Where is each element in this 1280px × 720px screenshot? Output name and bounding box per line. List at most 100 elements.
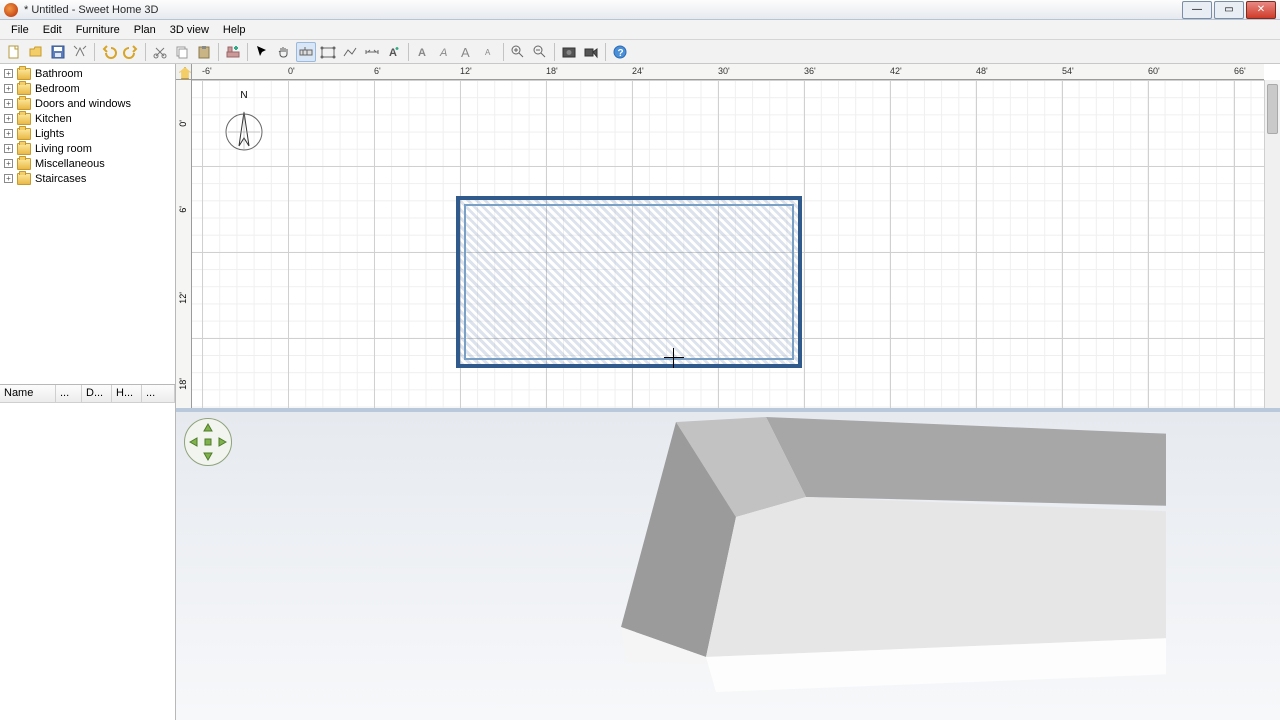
decrease-text-button[interactable]: A: [479, 42, 499, 62]
catalog-category[interactable]: +Bedroom: [2, 81, 173, 96]
ruler-tick: 30': [718, 66, 730, 76]
catalog-category[interactable]: + Doors and windows: [2, 96, 173, 111]
plan-canvas[interactable]: N: [192, 80, 1264, 408]
col-more[interactable]: ...: [142, 385, 175, 402]
window-controls: — ▭ ✕: [1180, 1, 1276, 19]
catalog-label: Miscellaneous: [35, 158, 105, 170]
new-button[interactable]: [4, 42, 24, 62]
separator: [408, 43, 409, 61]
expand-icon[interactable]: +: [4, 84, 13, 93]
col-width[interactable]: ...: [56, 385, 82, 402]
scrollbar-thumb[interactable]: [1267, 84, 1278, 134]
expand-icon[interactable]: +: [4, 69, 13, 78]
create-rooms-tool[interactable]: [318, 42, 338, 62]
select-tool[interactable]: [252, 42, 272, 62]
menu-plan[interactable]: Plan: [127, 20, 163, 39]
svg-text:?: ?: [618, 48, 624, 59]
cut-button[interactable]: [150, 42, 170, 62]
menu-edit[interactable]: Edit: [36, 20, 69, 39]
save-button[interactable]: [48, 42, 68, 62]
horizontal-ruler[interactable]: -6'0'6'12'18'24'30'36'42'48'54'60'66': [192, 64, 1264, 80]
folder-icon: [17, 113, 31, 125]
ruler-tick: 0': [288, 66, 295, 76]
ruler-tick: 24': [632, 66, 644, 76]
close-button[interactable]: ✕: [1246, 1, 1276, 19]
folder-icon: [17, 173, 31, 185]
zoom-in-button[interactable]: [508, 42, 528, 62]
furniture-catalog[interactable]: +Bathroom +Bedroom + Doors and windows + K…: [0, 64, 175, 384]
nav-3d-widget[interactable]: [184, 418, 232, 466]
col-depth[interactable]: D...: [82, 385, 112, 402]
catalog-category[interactable]: + Lights: [2, 126, 173, 141]
separator: [218, 43, 219, 61]
pan-tool[interactable]: [274, 42, 294, 62]
furniture-list-header: Name ... D... H... ...: [0, 385, 175, 403]
plan-view[interactable]: -6'0'6'12'18'24'30'36'42'48'54'60'66' 0'…: [176, 64, 1280, 412]
right-panel: -6'0'6'12'18'24'30'36'42'48'54'60'66' 0'…: [176, 64, 1280, 720]
furniture-list[interactable]: Name ... D... H... ...: [0, 384, 175, 720]
expand-icon[interactable]: +: [4, 174, 13, 183]
maximize-button[interactable]: ▭: [1214, 1, 1244, 19]
catalog-category[interactable]: +Living room: [2, 141, 173, 156]
catalog-category[interactable]: +Staircases: [2, 171, 173, 186]
separator: [554, 43, 555, 61]
catalog-category[interactable]: + Kitchen: [2, 111, 173, 126]
create-walls-tool[interactable]: [296, 42, 316, 62]
help-button[interactable]: ?: [610, 42, 630, 62]
room-walls-inner: [464, 204, 794, 360]
zoom-out-button[interactable]: [530, 42, 550, 62]
separator: [145, 43, 146, 61]
expand-icon[interactable]: +: [4, 114, 13, 123]
increase-text-button[interactable]: A: [457, 42, 477, 62]
catalog-label: Kitchen: [35, 113, 72, 125]
catalog-label: Doors and windows: [35, 98, 131, 110]
expand-icon[interactable]: +: [4, 144, 13, 153]
col-name[interactable]: Name: [0, 385, 56, 402]
app-icon: [4, 3, 18, 17]
vertical-ruler[interactable]: 0'6'12'18': [176, 80, 192, 408]
menu-help[interactable]: Help: [216, 20, 253, 39]
undo-button[interactable]: [99, 42, 119, 62]
svg-text:A: A: [418, 47, 426, 59]
create-photo-button[interactable]: [559, 42, 579, 62]
minimize-button[interactable]: —: [1182, 1, 1212, 19]
home-icon: [179, 67, 191, 79]
catalog-category[interactable]: +Bathroom: [2, 66, 173, 81]
create-text-tool[interactable]: A: [384, 42, 404, 62]
plan-scrollbar-vertical[interactable]: [1264, 80, 1280, 408]
create-polylines-tool[interactable]: [340, 42, 360, 62]
expand-icon[interactable]: +: [4, 99, 13, 108]
separator: [94, 43, 95, 61]
folder-icon: [17, 98, 31, 110]
compass-label: N: [224, 90, 264, 101]
text-bold-button[interactable]: A: [413, 42, 433, 62]
expand-icon[interactable]: +: [4, 129, 13, 138]
separator: [247, 43, 248, 61]
add-furniture-button[interactable]: [223, 42, 243, 62]
menu-furniture[interactable]: Furniture: [69, 20, 127, 39]
ruler-origin[interactable]: [176, 64, 192, 80]
create-video-button[interactable]: [581, 42, 601, 62]
open-button[interactable]: [26, 42, 46, 62]
catalog-label: Lights: [35, 128, 64, 140]
room-3d-render: [446, 417, 1166, 707]
preferences-button[interactable]: [70, 42, 90, 62]
menu-3d-view[interactable]: 3D view: [163, 20, 216, 39]
paste-button[interactable]: [194, 42, 214, 62]
col-height[interactable]: H...: [112, 385, 142, 402]
redo-button[interactable]: [121, 42, 141, 62]
copy-button[interactable]: [172, 42, 192, 62]
svg-text:A: A: [461, 45, 470, 60]
text-italic-button[interactable]: A: [435, 42, 455, 62]
catalog-category[interactable]: + Miscellaneous: [2, 156, 173, 171]
menu-file[interactable]: File: [4, 20, 36, 39]
view-3d[interactable]: [176, 412, 1280, 720]
ruler-tick: 42': [890, 66, 902, 76]
svg-text:A: A: [485, 48, 491, 57]
create-dimensions-tool[interactable]: [362, 42, 382, 62]
toolbar: A A A A A ?: [0, 40, 1280, 64]
compass[interactable]: N: [224, 90, 264, 146]
separator: [605, 43, 606, 61]
folder-icon: [17, 68, 31, 80]
expand-icon[interactable]: +: [4, 159, 13, 168]
